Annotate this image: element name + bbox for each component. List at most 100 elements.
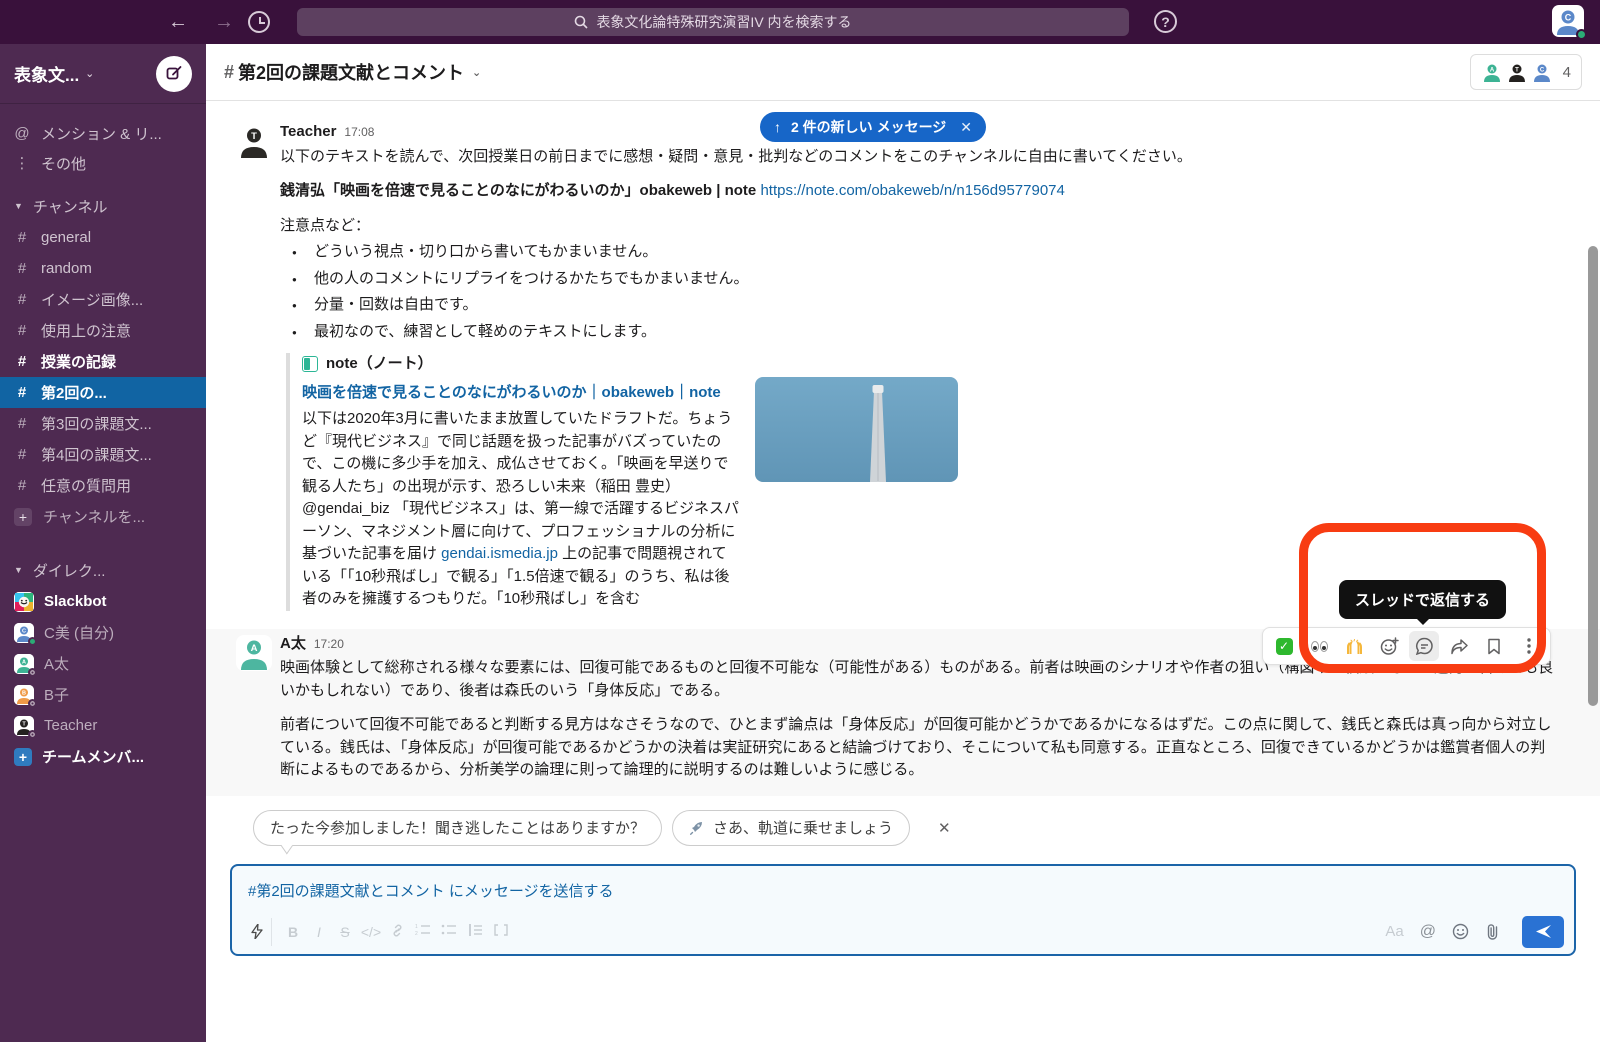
- add-channel-button[interactable]: +チャンネルを...: [0, 501, 206, 532]
- note-service-icon: [302, 356, 318, 372]
- section-caret-icon: ▼: [14, 565, 23, 575]
- mentions-label: メンション & リ...: [41, 123, 162, 144]
- sidebar-channel-class-record[interactable]: #授業の記録: [0, 346, 206, 377]
- compose-button[interactable]: [156, 56, 192, 92]
- emoji-button[interactable]: [1452, 923, 1469, 940]
- attach-file-button[interactable]: [1485, 923, 1500, 940]
- bullet-list-button[interactable]: [436, 923, 462, 940]
- add-reaction-button[interactable]: [1374, 631, 1404, 661]
- shortcuts-button[interactable]: [242, 918, 272, 946]
- bullet-item: どういう視点・切り口から書いてもかまいません。: [280, 241, 1560, 264]
- save-bookmark-button[interactable]: [1479, 631, 1509, 661]
- sidebar-channel-image[interactable]: #イメージ画像...: [0, 284, 206, 315]
- at-icon: @: [14, 125, 30, 142]
- message-avatar-teacher[interactable]: T: [236, 123, 272, 159]
- invite-members-button[interactable]: + チームメンバ...: [0, 741, 206, 772]
- article-title: 銭清弘「映画を倍速で見ることのなにがわるいのか」obakeweb | note: [280, 182, 756, 199]
- timestamp[interactable]: 17:20: [314, 635, 344, 653]
- react-eyes-button[interactable]: [1304, 631, 1334, 661]
- search-icon: [574, 15, 588, 29]
- blockquote-button[interactable]: [462, 923, 488, 940]
- preview-description: 以下は2020年3月に書いたまま放置していたドラフトだ。ちょうど『現代ビジネス』…: [302, 408, 741, 611]
- strikethrough-button[interactable]: S: [332, 924, 358, 940]
- mention-button[interactable]: @: [1420, 923, 1436, 941]
- channel-title[interactable]: # 第2回の課題文献とコメント ⌄: [224, 59, 481, 85]
- svg-text:C: C: [22, 628, 26, 634]
- dm-avatar-b: B: [14, 685, 34, 705]
- sidebar-channel-random[interactable]: #random: [0, 253, 206, 284]
- sidebar-channel-session3[interactable]: #第3回の課題文...: [0, 408, 206, 439]
- workspace-switcher[interactable]: 表象文... ⌄: [0, 44, 206, 104]
- sidebar-channel-usage[interactable]: #使用上の注意: [0, 315, 206, 346]
- presence-offline-dot: [28, 699, 37, 708]
- dismiss-suggestions-button[interactable]: ✕: [938, 819, 951, 837]
- arrow-up-icon: ↑: [774, 119, 781, 135]
- ordered-list-button[interactable]: 12: [410, 923, 436, 940]
- send-button[interactable]: [1522, 916, 1564, 948]
- code-button[interactable]: </>: [358, 924, 384, 940]
- eyes-emoji: [1311, 641, 1328, 652]
- dm-avatar-c: C: [14, 623, 34, 643]
- sidebar-dm-a[interactable]: A A太: [0, 648, 206, 679]
- presence-offline-dot: [28, 730, 37, 739]
- member-avatar-a: A: [1481, 61, 1503, 83]
- react-check-button[interactable]: ✓: [1269, 631, 1299, 661]
- help-icon[interactable]: ?: [1154, 10, 1177, 33]
- message-actions-toolbar: ✓: [1262, 627, 1551, 665]
- sidebar-dm-teacher[interactable]: T Teacher: [0, 710, 206, 741]
- chevron-down-icon: ⌄: [85, 67, 94, 80]
- user-avatar[interactable]: C: [1552, 5, 1584, 37]
- preview-title-link[interactable]: 映画を倍速で見ることのなにがわるいのか｜obakeweb｜note: [302, 382, 741, 405]
- svg-text:C: C: [1565, 13, 1572, 23]
- react-hands-button[interactable]: [1339, 631, 1369, 661]
- channels-header-label: チャンネル: [33, 196, 108, 217]
- codeblock-button[interactable]: [488, 923, 514, 940]
- share-message-button[interactable]: [1444, 631, 1474, 661]
- sidebar-item-more[interactable]: ⋮ その他: [0, 148, 206, 178]
- workspace-name: 表象文...: [14, 61, 79, 86]
- bold-button[interactable]: B: [280, 924, 306, 940]
- timestamp[interactable]: 17:08: [344, 123, 374, 141]
- svg-text:A: A: [22, 659, 26, 665]
- link-button[interactable]: [384, 923, 410, 941]
- history-back-icon[interactable]: ←: [168, 11, 188, 34]
- more-actions-button[interactable]: [1514, 631, 1544, 661]
- author-name[interactable]: Teacher: [280, 121, 336, 144]
- new-messages-banner[interactable]: ↑ 2 件の新しい メッセージ ✕: [760, 112, 986, 142]
- sidebar-channel-questions[interactable]: #任意の質問用: [0, 470, 206, 501]
- gendai-link[interactable]: gendai.ismedia.jp: [441, 545, 558, 562]
- message-composer[interactable]: #第2回の課題文献とコメント にメッセージを送信する B I S </> 12 …: [230, 864, 1576, 956]
- sidebar-channel-session4[interactable]: #第4回の課題文...: [0, 439, 206, 470]
- sidebar-channel-general[interactable]: #general: [0, 222, 206, 253]
- bullet-item: 分量・回数は自由です。: [280, 294, 1560, 317]
- preview-thumbnail-image[interactable]: [755, 377, 958, 482]
- channel-members-button[interactable]: A T C 4: [1470, 54, 1582, 90]
- sidebar-dm-slackbot[interactable]: Slackbot: [0, 586, 206, 617]
- svg-text:T: T: [1515, 67, 1519, 73]
- banner-close-button[interactable]: ✕: [960, 119, 972, 136]
- search-input[interactable]: 表象文化論特殊研究演習IV 内を検索する: [297, 8, 1129, 36]
- scrollbar-thumb[interactable]: [1588, 246, 1598, 706]
- bookmark-icon: [1487, 638, 1501, 655]
- reply-in-thread-button[interactable]: [1409, 631, 1439, 661]
- history-clock-icon[interactable]: [248, 11, 270, 33]
- thread-icon: [1415, 637, 1434, 655]
- suggestion-pill-2[interactable]: さあ、軌道に乗せましょう: [672, 810, 910, 846]
- sidebar-channel-session2-selected[interactable]: #第2回の...: [0, 377, 206, 408]
- author-name[interactable]: A太: [280, 633, 306, 656]
- channels-section-header[interactable]: ▼ チャンネル: [0, 190, 206, 222]
- sidebar-dm-b[interactable]: B B子: [0, 679, 206, 710]
- history-forward-icon[interactable]: →: [214, 11, 234, 34]
- suggestion-pill-1[interactable]: たった今参加しました！聞き逃したことはありますか？: [253, 810, 662, 846]
- italic-button[interactable]: I: [306, 924, 332, 940]
- sidebar-item-mentions[interactable]: @ メンション & リ...: [0, 118, 206, 148]
- message-avatar-a[interactable]: A: [236, 635, 272, 671]
- presence-online-dot: [28, 637, 37, 646]
- article-url-link[interactable]: https://note.com/obakeweb/n/n156d9577907…: [760, 182, 1064, 199]
- dms-section-header[interactable]: ▼ ダイレク...: [0, 554, 206, 586]
- text-format-toggle[interactable]: Aa: [1385, 923, 1403, 940]
- check-emoji: ✓: [1276, 638, 1293, 655]
- member-avatar-t: T: [1506, 61, 1528, 83]
- add-reaction-icon: [1380, 637, 1399, 656]
- sidebar-dm-self[interactable]: C C美 (自分): [0, 617, 206, 648]
